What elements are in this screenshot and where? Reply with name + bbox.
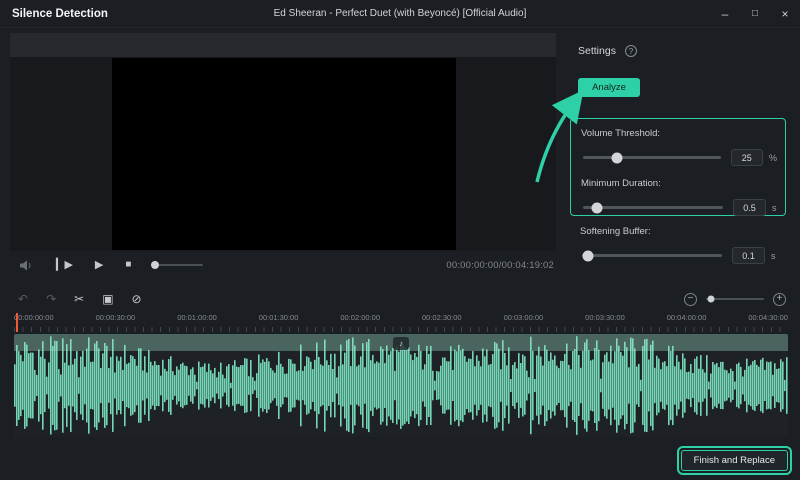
minimize-button[interactable]: – [710,0,740,28]
page-title: Silence Detection [12,7,108,20]
ruler-label: 00:02:30:00 [421,313,462,322]
ruler-ticks [14,327,788,332]
zoom-out-icon[interactable]: − [684,292,697,306]
softening-buffer-group: Softening Buffer: 0.1 s [570,226,786,276]
ruler-label: 00:01:30:00 [258,313,299,322]
window-controls: – □ × [710,0,800,28]
video-preview-area [10,33,556,251]
help-icon[interactable]: ? [624,45,637,57]
softening-buffer-row: 0.1 s [582,247,778,264]
silence-detection-window: Silence Detection Ed Sheeran - Perfect D… [0,0,800,480]
detection-params-box: Volume Threshold: 25 % Minimum Duration:… [570,118,786,216]
play-icon[interactable]: ▶ [95,259,103,271]
zoom-in-icon[interactable]: + [773,292,786,306]
audio-badge-icon: ♪ [393,337,409,350]
softening-buffer-label: Softening Buffer: [580,226,651,237]
timeline-zoom-slider[interactable] [706,295,764,303]
minimum-duration-handle[interactable] [591,202,603,213]
split-icon[interactable]: ✂ [74,293,84,305]
volume-threshold-group: Volume Threshold: 25 % [581,128,777,166]
undo-icon[interactable]: ↶ [18,293,28,305]
playhead[interactable] [16,313,18,332]
player-controls: ▎▶ ▶ ■ 00:00:00:00/00:04:19:02 [10,252,556,278]
ruler-label: 00:00:00:00 [14,313,54,322]
volume-threshold-handle[interactable] [611,152,623,163]
finish-and-replace-button[interactable]: Finish and Replace [680,450,788,471]
mute-icon[interactable]: ⊘ [132,293,142,305]
preview-header [10,33,556,57]
media-title: Ed Sheeran - Perfect Duet (with Beyoncé)… [273,8,527,19]
softening-buffer-value[interactable]: 0.1 [732,247,765,264]
maximize-button[interactable]: □ [740,0,770,28]
redo-icon[interactable]: ↷ [46,293,56,305]
ruler-label: 00:00:30:00 [95,313,136,322]
timeline-ruler[interactable]: 00:00:00:00 00:00:30:00 00:01:00:00 00:0… [14,313,788,327]
audio-clip-track[interactable]: ♪ [14,334,788,437]
ruler-label: 00:04:30:00 [748,313,788,322]
player-timecode: 00:00:00:00/00:04:19:02 [446,259,554,271]
crop-icon[interactable]: ▣ [102,293,113,305]
stop-icon[interactable]: ■ [125,260,131,270]
ruler-label: 00:03:00:00 [503,313,544,322]
video-frame [112,58,456,250]
minimum-duration-value[interactable]: 0.5 [733,199,766,216]
timeline-zoom-handle[interactable] [707,295,715,303]
minimum-duration-unit: s [772,202,777,213]
minimum-duration-group: Minimum Duration: 0.5 s [581,178,777,216]
titlebar: Silence Detection Ed Sheeran - Perfect D… [0,0,800,28]
ruler-label: 00:04:00:00 [666,313,707,322]
minimum-duration-label: Minimum Duration: [581,178,661,189]
softening-buffer-slider[interactable] [582,250,722,261]
volume-threshold-unit: % [768,152,777,163]
volume-icon[interactable] [20,260,34,271]
volume-threshold-row: 25 % [583,149,777,166]
settings-heading: Settings [578,45,616,57]
minimum-duration-slider[interactable] [583,202,723,213]
speaker-icon [20,260,31,270]
volume-threshold-slider[interactable] [583,152,721,163]
minimum-duration-row: 0.5 s [583,199,777,216]
settings-heading-row: Settings ? [578,45,637,57]
step-play-icon[interactable]: ▎▶ [56,259,73,271]
softening-buffer-unit: s [771,250,776,261]
zoom-controls: − + [684,292,790,306]
volume-threshold-value[interactable]: 25 [730,149,763,166]
volume-threshold-label: Volume Threshold: [581,128,661,139]
player-volume-handle[interactable] [150,261,159,269]
ruler-label: 00:03:30:00 [585,313,625,322]
finish-button-highlight: Finish and Replace [676,446,792,475]
softening-buffer-handle[interactable] [582,250,594,261]
close-button[interactable]: × [770,0,800,28]
analyze-button[interactable]: Analyze [578,78,640,97]
ruler-label: 00:01:00:00 [177,313,217,322]
ruler-label: 00:02:00:00 [340,313,380,322]
player-volume-slider[interactable] [150,261,204,269]
timeline-toolbar: ↶ ↷ ✂ ▣ ⊘ − + [10,288,790,310]
